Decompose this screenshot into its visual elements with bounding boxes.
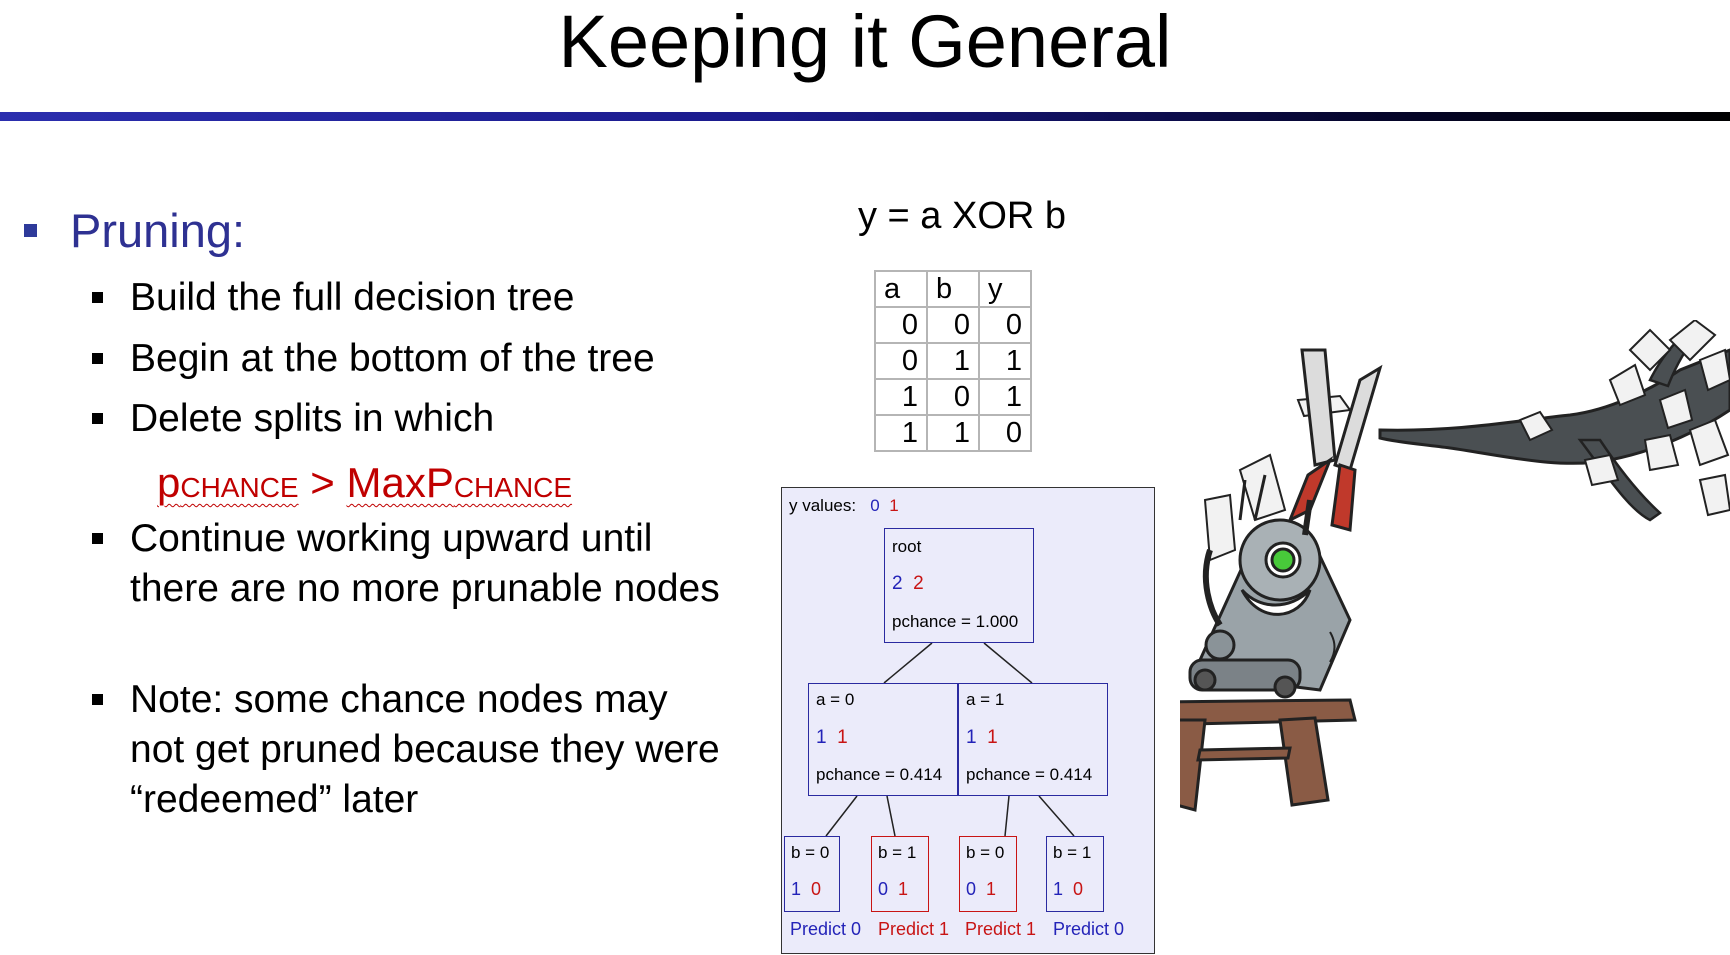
decision-tree-panel: y values: 0 1 root 2 2 pchance = 1.000 a…: [781, 487, 1155, 954]
table-row: 000: [874, 306, 1032, 344]
pruning-formula: pCHANCE > MaxPCHANCE: [157, 458, 572, 513]
edge-a1-b1: [1038, 795, 1075, 837]
shears-icon: [1287, 348, 1383, 532]
table-row: 110: [874, 414, 1032, 452]
formula-p: pCHANCE: [157, 459, 299, 506]
formula-maxp: MaxPCHANCE: [346, 459, 573, 506]
edge-a0-b0: [825, 795, 858, 837]
tree-node-root: root 2 2 pchance = 1.000: [884, 528, 1034, 643]
bullet-square-icon: [92, 353, 103, 364]
tree-leaf: b = 1 0 1: [871, 836, 929, 912]
truth-header-y: y: [978, 270, 1032, 308]
bullet-square-icon: [92, 413, 103, 424]
table-row: 101: [874, 378, 1032, 416]
edge-a0-b1: [886, 795, 896, 837]
bullet-square-icon: [92, 292, 103, 303]
leaf-prediction: Predict 1: [878, 919, 950, 939]
pruning-item: Begin at the bottom of the tree: [130, 337, 655, 380]
pruning-item: Continue working upward until there are …: [130, 517, 720, 610]
pruning-item: Delete splits in which: [130, 397, 495, 440]
truth-header-a: a: [874, 270, 928, 308]
truth-table: a b y 000 011 101 110: [874, 270, 1032, 452]
bullet-square-icon: [24, 224, 37, 237]
table-row: 011: [874, 342, 1032, 380]
tree-leaf: b = 0 0 1: [959, 836, 1017, 912]
leaf-prediction: Predict 1: [965, 919, 1037, 939]
xor-heading: y = a XOR b: [858, 195, 1067, 237]
stool-icon: [1180, 698, 1357, 812]
bullet-square-icon: [92, 694, 103, 705]
pruning-heading: Pruning:: [70, 204, 246, 257]
truth-header-b: b: [926, 270, 980, 308]
tree-leaf: b = 0 1 0: [784, 836, 840, 912]
tree-node-a1: a = 1 1 1 pchance = 0.414: [958, 683, 1108, 796]
edge-root-a0: [883, 642, 933, 684]
edge-a1-b0: [1004, 795, 1010, 837]
tree-leaf: b = 1 1 0: [1046, 836, 1104, 912]
edge-root-a1: [983, 642, 1033, 684]
formula-operator: >: [298, 459, 347, 506]
pruning-item: Build the full decision tree: [130, 276, 575, 319]
title-divider: [0, 112, 1730, 121]
legend: y values: 0 1: [789, 496, 899, 515]
slide-title: Keeping it General: [558, 0, 1172, 83]
pruning-item: Note: some chance nodes may not get prun…: [130, 678, 720, 821]
leaf-prediction: Predict 0: [1053, 919, 1125, 939]
bullet-square-icon: [92, 533, 103, 544]
tree-node-a0: a = 0 1 1 pchance = 0.414: [808, 683, 958, 796]
robot-pruning-tree-illustration: [1180, 320, 1730, 812]
leaf-prediction: Predict 0: [790, 919, 862, 939]
